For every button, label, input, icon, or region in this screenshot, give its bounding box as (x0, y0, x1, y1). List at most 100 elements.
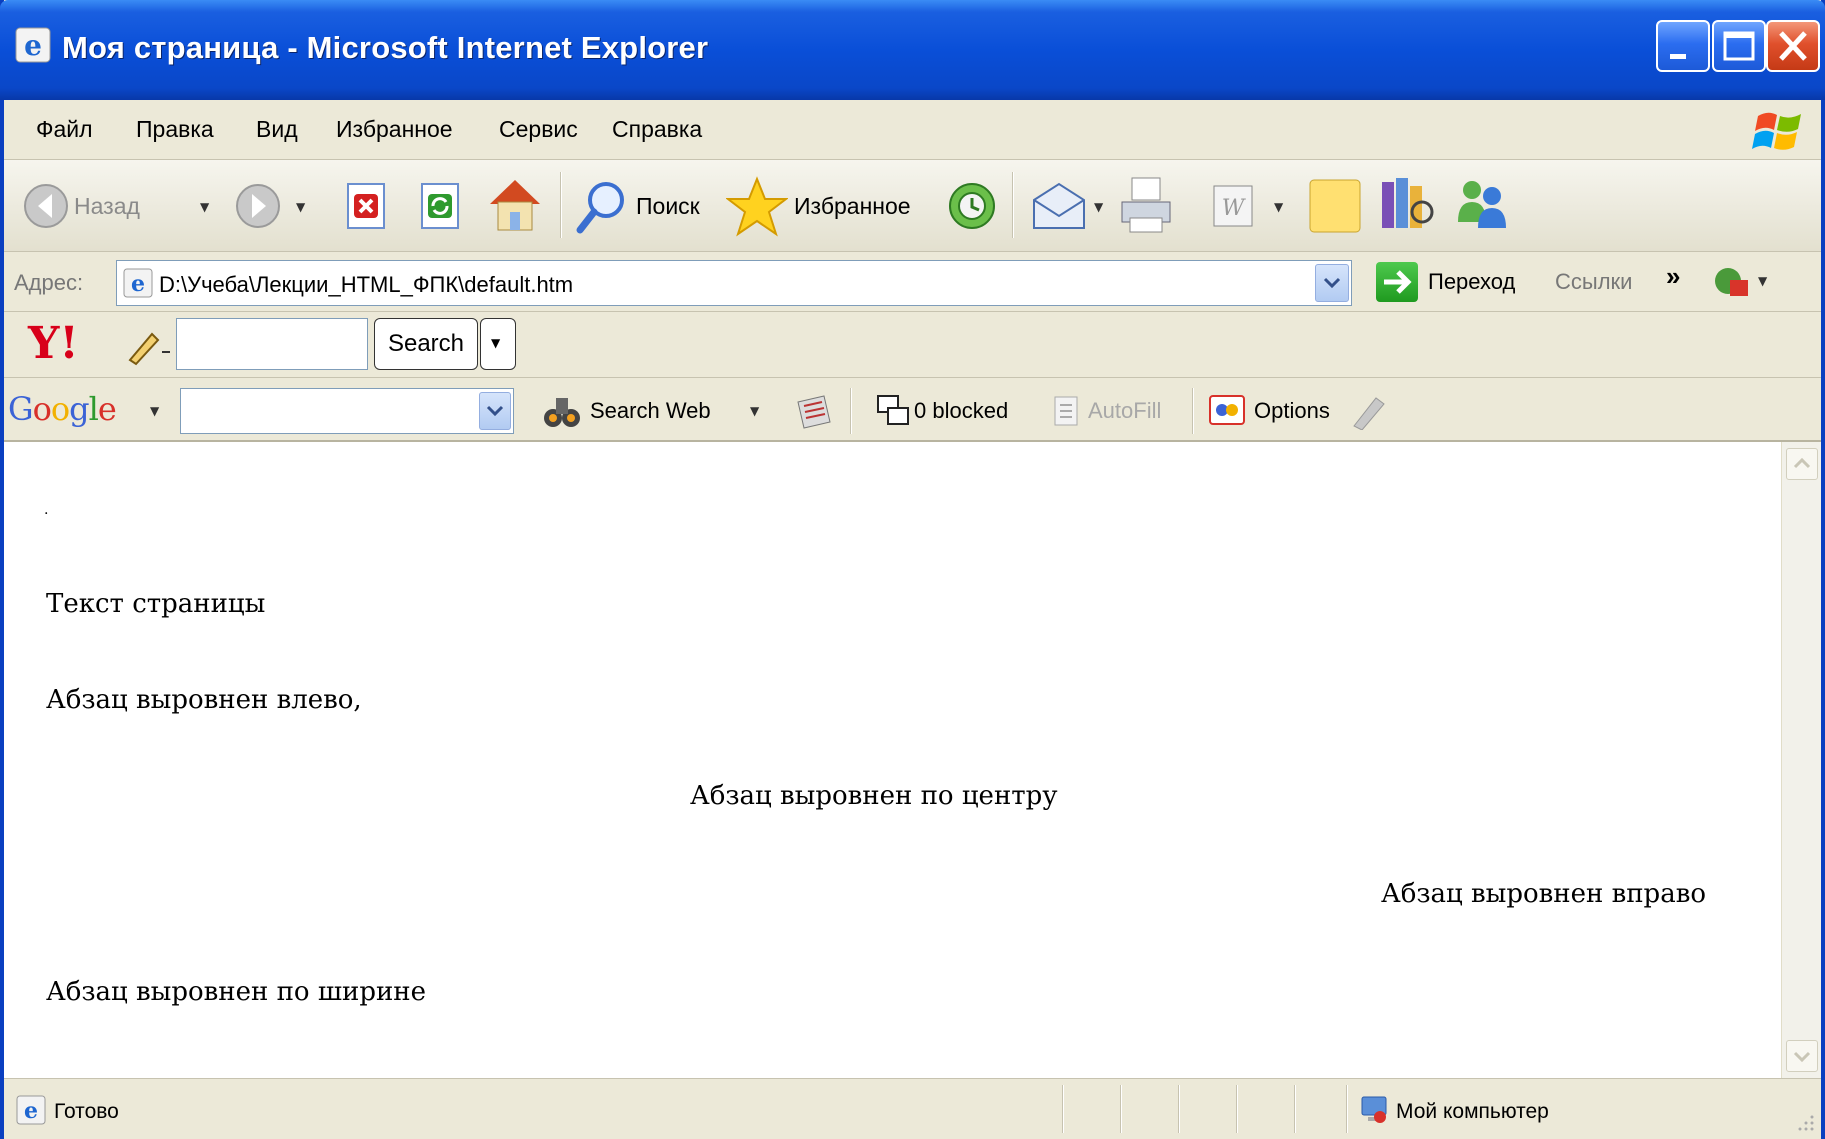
justified-paragraph: Абзац выровнен по ширине (46, 977, 427, 1007)
options-button[interactable]: Options (1254, 398, 1330, 424)
google-logo[interactable]: Google (8, 390, 117, 428)
search-web-dropdown-icon[interactable]: ▼ (750, 404, 759, 418)
address-input[interactable]: e D:\Учеба\Лекции_HTML_ФПК\default.htm (116, 260, 1352, 306)
notepad-icon[interactable] (1306, 174, 1364, 236)
popups-blocked-label[interactable]: 0 blocked (914, 398, 1008, 424)
address-url[interactable]: D:\Учеба\Лекции_HTML_ФПК\default.htm (159, 272, 573, 298)
extension-icon[interactable] (1712, 264, 1752, 300)
forward-dropdown-icon[interactable]: ▼ (296, 200, 305, 214)
links-label[interactable]: Ссылки (1555, 269, 1632, 295)
yahoo-logo[interactable]: Y! (28, 318, 79, 369)
go-arrow-icon (1384, 270, 1412, 294)
left-aligned-paragraph: Абзац выровнен влево, (46, 685, 362, 715)
resize-grip-icon[interactable] (1794, 1111, 1816, 1133)
search-web-button[interactable]: Search Web (590, 398, 711, 424)
svg-text:e: e (131, 271, 145, 297)
search-icon[interactable] (574, 176, 630, 236)
page-status-icon: e (16, 1095, 46, 1125)
google-toolbar: Google ▼ Search Web ▼ 0 blocked AutoFill… (4, 378, 1821, 442)
google-menu-dropdown-icon[interactable]: ▼ (150, 404, 159, 418)
options-icon[interactable] (1208, 394, 1248, 428)
edit-dropdown-icon[interactable]: ▼ (1274, 200, 1283, 214)
dot-text: . (44, 502, 49, 518)
status-text: Готово (54, 1100, 119, 1123)
yahoo-pencil-icon[interactable] (124, 326, 172, 366)
windows-flag-icon (1752, 112, 1801, 150)
autofill-button: AutoFill (1088, 398, 1162, 423)
menu-file[interactable]: Файл (36, 116, 93, 143)
standard-toolbar: Назад ▼ ▼ Поиск Избранное ▼ W ▼ (4, 160, 1821, 252)
status-bar: e Готово Мой компьютер (4, 1078, 1821, 1139)
go-button-label[interactable]: Переход (1428, 269, 1515, 295)
research-books-icon[interactable] (1378, 172, 1438, 236)
minimize-icon (1670, 54, 1686, 59)
ie-window: e Моя страница - Microsoft Internet Expl… (0, 0, 1825, 1139)
back-icon[interactable] (22, 182, 70, 230)
address-bar: Адрес: e D:\Учеба\Лекции_HTML_ФПК\defaul… (4, 252, 1821, 312)
chevron-down-icon: ▼ (491, 336, 501, 350)
chevron-down-icon (486, 405, 504, 417)
window-title: Моя страница - Microsoft Internet Explor… (62, 30, 709, 65)
menu-bar: Файл Правка Вид Избранное Сервис Справка (4, 100, 1821, 160)
svg-text:W: W (1222, 196, 1247, 221)
scroll-up-button[interactable] (1786, 448, 1818, 480)
media-history-icon[interactable] (946, 180, 998, 232)
title-bar[interactable]: e Моя страница - Microsoft Internet Expl… (0, 0, 1825, 100)
yahoo-search-input[interactable] (176, 318, 368, 370)
messenger-icon[interactable] (1450, 174, 1514, 234)
forward-icon[interactable] (234, 182, 282, 230)
google-search-dropdown[interactable] (479, 392, 511, 430)
close-button[interactable] (1766, 20, 1820, 72)
mail-dropdown-icon[interactable]: ▼ (1094, 200, 1103, 214)
right-aligned-paragraph: Абзац выровнен вправо (1381, 879, 1706, 909)
news-icon[interactable] (794, 392, 834, 430)
favorites-star-icon[interactable] (726, 176, 788, 238)
page-content: . Текст страницы Абзац выровнен влево, А… (4, 442, 1781, 1078)
my-computer-icon (1361, 1096, 1387, 1123)
address-dropdown-button[interactable] (1315, 264, 1349, 302)
google-search-input[interactable] (180, 388, 514, 434)
search-button-label[interactable]: Поиск (636, 193, 700, 220)
ie-logo-icon: e (15, 27, 51, 63)
favorites-button-label[interactable]: Избранное (794, 193, 911, 220)
svg-text:e: e (24, 1098, 38, 1124)
yahoo-toolbar: Y! Search ▼ (4, 312, 1821, 378)
address-label: Адрес: (14, 270, 84, 295)
chevron-down-icon (1793, 1051, 1811, 1063)
popup-blocker-icon[interactable] (876, 394, 912, 428)
stop-icon[interactable] (342, 180, 390, 232)
extension-dropdown-icon[interactable]: ▼ (1758, 274, 1767, 288)
mail-icon[interactable] (1028, 178, 1090, 234)
vertical-scrollbar[interactable] (1781, 442, 1821, 1078)
menu-view[interactable]: Вид (256, 116, 298, 143)
go-button[interactable] (1376, 262, 1418, 302)
highlighter-icon[interactable] (1348, 392, 1388, 430)
svg-text:e: e (24, 29, 42, 62)
word-edit-icon[interactable]: W (1210, 182, 1256, 230)
maximize-button[interactable] (1712, 20, 1766, 72)
close-icon (1779, 31, 1807, 61)
binoculars-icon[interactable] (542, 392, 582, 430)
chevron-up-icon (1793, 457, 1811, 469)
maximize-icon (1723, 31, 1755, 61)
links-chevron-icon[interactable]: » (1666, 261, 1680, 292)
menu-edit[interactable]: Правка (136, 116, 214, 143)
yahoo-search-dropdown[interactable]: ▼ (480, 318, 516, 370)
security-zone-label: Мой компьютер (1396, 1100, 1549, 1123)
back-button-label[interactable]: Назад (74, 193, 140, 220)
menu-help[interactable]: Справка (612, 116, 702, 143)
scroll-down-button[interactable] (1786, 1040, 1818, 1072)
page-icon: e (123, 268, 153, 298)
chevron-down-icon (1323, 277, 1341, 289)
minimize-button[interactable] (1656, 20, 1710, 72)
refresh-icon[interactable] (416, 180, 464, 232)
page-text: Текст страницы (46, 589, 266, 619)
menu-tools[interactable]: Сервис (499, 116, 578, 143)
center-aligned-paragraph: Абзац выровнен по центру (690, 781, 1058, 811)
back-dropdown-icon[interactable]: ▼ (200, 200, 209, 214)
yahoo-search-button[interactable]: Search (374, 318, 478, 370)
autofill-icon (1054, 396, 1078, 426)
menu-favorites[interactable]: Избранное (336, 116, 453, 143)
print-icon[interactable] (1116, 174, 1176, 236)
home-icon[interactable] (486, 174, 544, 234)
